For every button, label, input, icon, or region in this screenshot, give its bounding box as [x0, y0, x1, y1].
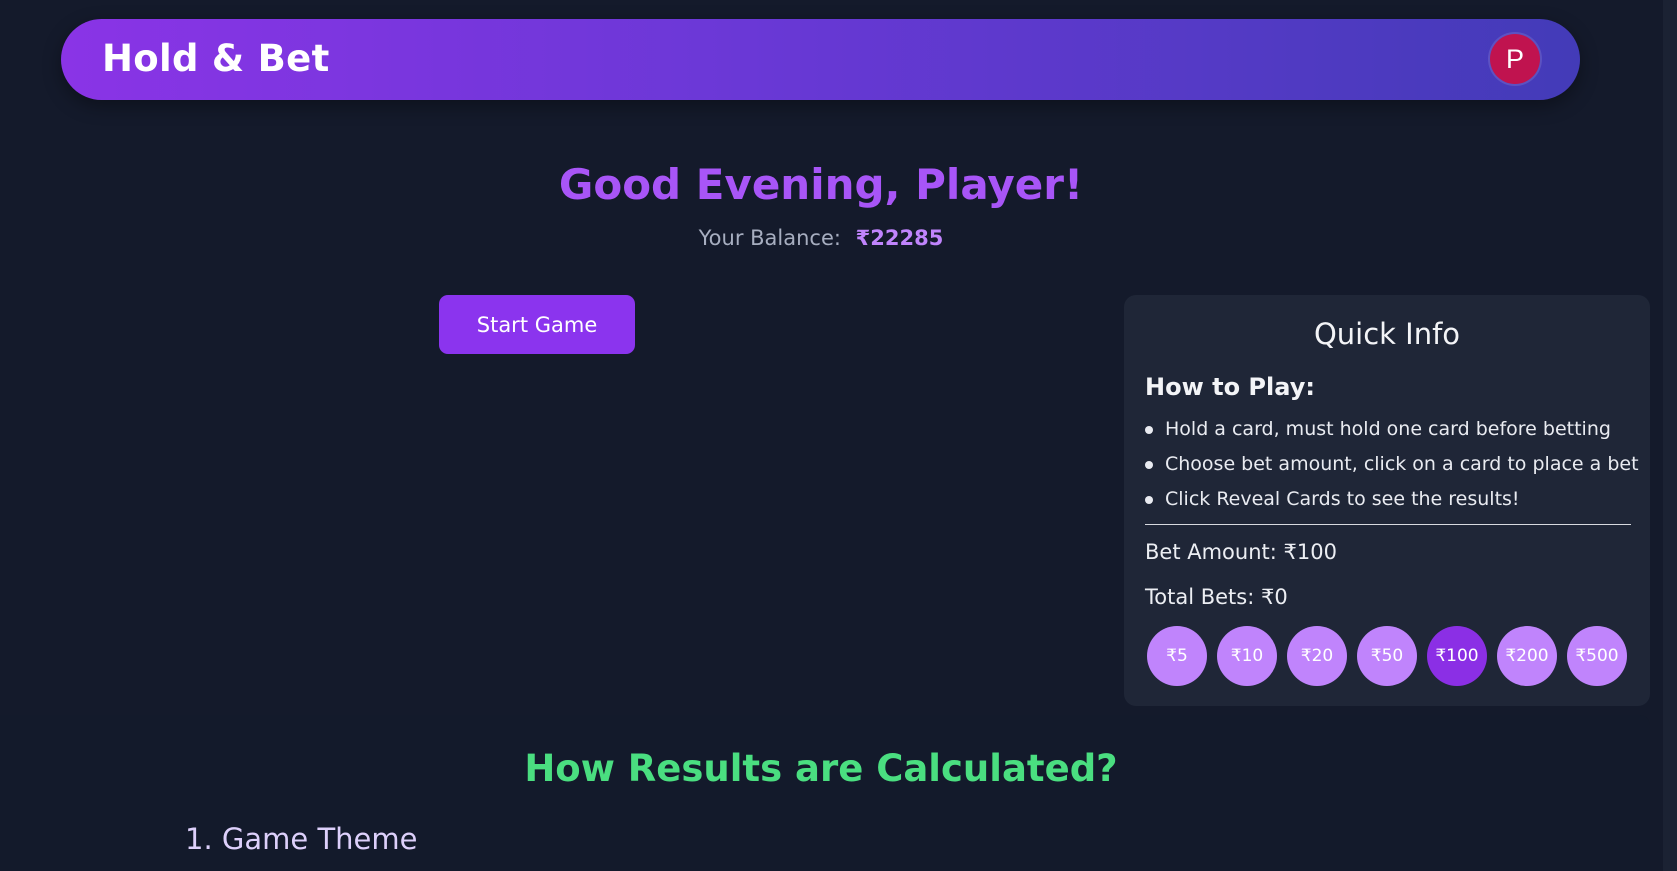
bet-chip-200[interactable]: ₹200	[1497, 626, 1557, 686]
list-item: Choose bet amount, click on a card to pl…	[1145, 447, 1645, 482]
quick-info-title: Quick Info	[1313, 317, 1461, 351]
how-to-play-title: How to Play:	[1145, 373, 1315, 401]
divider	[1145, 524, 1631, 525]
step-text: Click Reveal Cards to see the results!	[1165, 488, 1520, 510]
quick-info-card: Quick Info How to Play: Hold a card, mus…	[1124, 295, 1650, 706]
page-scrollbar[interactable]	[1663, 0, 1677, 871]
bet-chip-500[interactable]: ₹500	[1567, 626, 1627, 686]
results-title: How Results are Calculated?	[524, 747, 1118, 790]
step-text: Choose bet amount, click on a card to pl…	[1165, 453, 1639, 475]
game-theme-heading: 1. Game Theme	[185, 822, 418, 856]
bet-chip-50[interactable]: ₹50	[1357, 626, 1417, 686]
start-game-button[interactable]: Start Game	[439, 295, 635, 354]
top-navbar: Hold & Bet P	[61, 19, 1580, 100]
balance-value: ₹22285	[855, 226, 944, 250]
bet-chip-100-selected[interactable]: ₹100	[1427, 626, 1487, 686]
bet-amount-text: Bet Amount: ₹100	[1145, 540, 1337, 564]
bet-chip-10[interactable]: ₹10	[1217, 626, 1277, 686]
bullet-icon	[1145, 496, 1153, 504]
bullet-icon	[1145, 461, 1153, 469]
balance-row: Your Balance: ₹22285	[0, 226, 1642, 250]
list-item: Click Reveal Cards to see the results!	[1145, 482, 1645, 517]
results-explanation-panel: How Results are Calculated? 1. Game Them…	[0, 715, 1650, 871]
list-item: Hold a card, must hold one card before b…	[1145, 412, 1645, 447]
how-to-play-list: Hold a card, must hold one card before b…	[1145, 412, 1645, 517]
step-text: Hold a card, must hold one card before b…	[1165, 418, 1611, 440]
user-avatar[interactable]: P	[1490, 34, 1540, 84]
bet-chip-20[interactable]: ₹20	[1287, 626, 1347, 686]
brand-title[interactable]: Hold & Bet	[102, 37, 330, 80]
greeting-heading: Good Evening, Player!	[558, 160, 1084, 209]
bet-chip-5[interactable]: ₹5	[1147, 626, 1207, 686]
total-bets-text: Total Bets: ₹0	[1145, 585, 1288, 609]
balance-label: Your Balance:	[698, 226, 841, 250]
bet-chip-row: ₹5 ₹10 ₹20 ₹50 ₹100 ₹200 ₹500	[1147, 626, 1627, 686]
bullet-icon	[1145, 426, 1153, 434]
